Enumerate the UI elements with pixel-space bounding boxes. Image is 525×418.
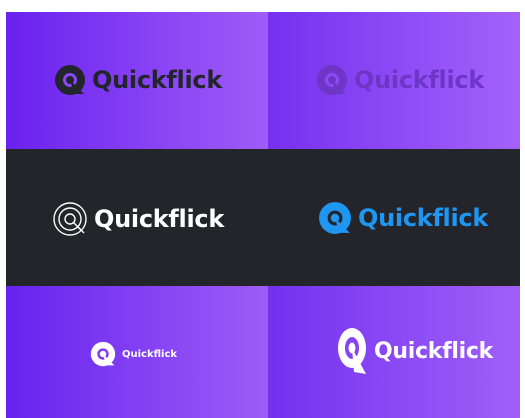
tile-dark-on-purple: Quickflick [6, 12, 268, 149]
tile-small-white-on-purple: Quickflick [6, 286, 268, 418]
tile-dark-band: Quickflick Quickflick [6, 149, 520, 286]
brand-wordmark: Quickflick [94, 205, 224, 233]
quickflick-q-solid-icon [90, 341, 116, 367]
brand-wordmark: Quickflick [358, 204, 488, 232]
quickflick-q-tall-icon [338, 328, 366, 374]
quickflick-q-solid-icon [319, 202, 351, 234]
logo-variations-board: Quickflick Quickflick Quickflick Quickfl… [6, 12, 520, 418]
logo-lockup: Quickflick [316, 64, 484, 96]
tile-tall-white-on-purple: Quickflick [268, 286, 520, 418]
brand-wordmark: Quickflick [354, 66, 484, 94]
quickflick-q-outline-icon [53, 202, 87, 236]
brand-wordmark: Quickflick [92, 66, 222, 94]
logo-lockup: Quickflick [90, 341, 177, 367]
quickflick-q-solid-icon [55, 65, 85, 95]
logo-lockup: Quickflick [336, 326, 493, 376]
logo-lockup: Quickflick [52, 201, 224, 237]
tile-tone-on-purple: Quickflick [268, 12, 520, 149]
brand-wordmark: Quickflick [122, 348, 178, 360]
logo-lockup: Quickflick [54, 64, 222, 96]
quickflick-q-solid-icon [317, 65, 347, 95]
brand-wordmark: Quickflick [374, 338, 493, 364]
logo-lockup: Quickflick [318, 201, 488, 235]
